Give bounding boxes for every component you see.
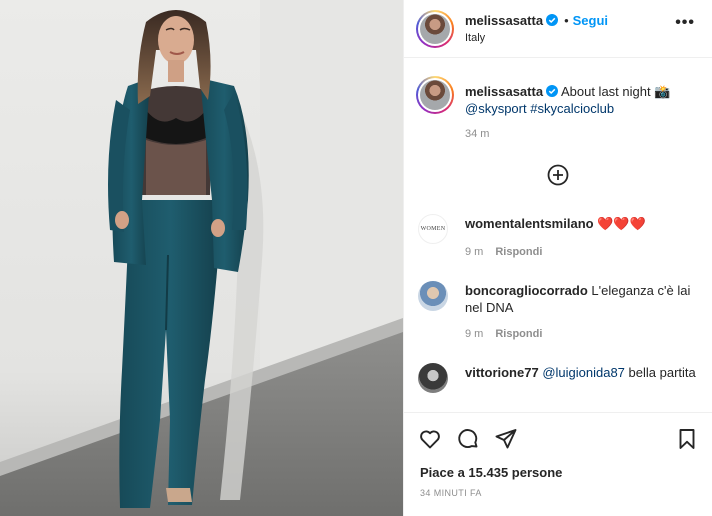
post-caption: melissasatta About last night 📸 @skyspor… [465, 83, 701, 117]
share-icon[interactable] [494, 427, 518, 451]
caption-username[interactable]: melissasatta [465, 84, 543, 99]
commenter-avatar[interactable] [418, 281, 448, 311]
author-line: melissasatta • Segui [465, 13, 608, 28]
caption-text: About last night 📸 [560, 84, 671, 99]
commenter-avatar[interactable]: WOMEN [418, 214, 448, 244]
post-timestamp: 34 MINUTI FA [420, 488, 482, 498]
caption-author-avatar[interactable] [416, 76, 454, 114]
likes-count[interactable]: Piace a 15.435 persone [420, 465, 562, 480]
post-photo[interactable] [0, 0, 403, 516]
caption-timestamp: 34 m [465, 128, 490, 140]
separator-dot: • [564, 13, 569, 28]
follow-button[interactable]: Segui [573, 13, 608, 28]
comment-body: boncoragliocorrado L'eleganza c'è lai ne… [465, 282, 701, 316]
comment-meta: 9 m Rispondi [465, 246, 542, 258]
comment-time: 9 m [465, 328, 484, 340]
reply-button[interactable]: Rispondi [495, 246, 542, 258]
comment-body: vittorione77 @luigionida87 bella partita [465, 364, 701, 381]
commenter-avatar[interactable] [418, 363, 448, 393]
commenter-username[interactable]: womentalentsmilano [465, 216, 594, 231]
post-header: melissasatta • Segui Italy ••• [404, 0, 712, 58]
post-location[interactable]: Italy [465, 32, 485, 44]
caption-mention[interactable]: @skysport [465, 101, 527, 116]
comment-icon[interactable] [456, 427, 480, 451]
comment-mention[interactable]: @luigionida87 [542, 365, 625, 380]
bookmark-icon[interactable] [675, 427, 699, 451]
comment-text: ❤️❤️❤️ [597, 216, 646, 231]
author-username[interactable]: melissasatta [465, 13, 543, 28]
load-more-comments-icon[interactable] [547, 164, 569, 186]
comment-time: 9 m [465, 246, 484, 258]
post-photo-illustration [0, 0, 403, 516]
author-avatar[interactable] [416, 10, 454, 48]
comment-meta: 9 m Rispondi [465, 328, 542, 340]
heart-icon[interactable] [418, 427, 442, 451]
comment-text: bella partita [628, 365, 696, 380]
post-details-panel: melissasatta • Segui Italy ••• melissasatt… [403, 0, 712, 516]
more-options-icon[interactable]: ••• [675, 14, 695, 32]
verified-badge-icon [546, 85, 559, 97]
verified-badge-icon [546, 14, 559, 26]
comment-body: womentalentsmilano ❤️❤️❤️ [465, 215, 701, 232]
caption-hashtag[interactable]: #skycalcioclub [530, 101, 614, 116]
reply-button[interactable]: Rispondi [495, 328, 542, 340]
commenter-username[interactable]: vittorione77 [465, 365, 539, 380]
commenter-username[interactable]: boncoragliocorrado [465, 283, 588, 298]
post-actions-bar: Piace a 15.435 persone 34 MINUTI FA [404, 412, 712, 516]
